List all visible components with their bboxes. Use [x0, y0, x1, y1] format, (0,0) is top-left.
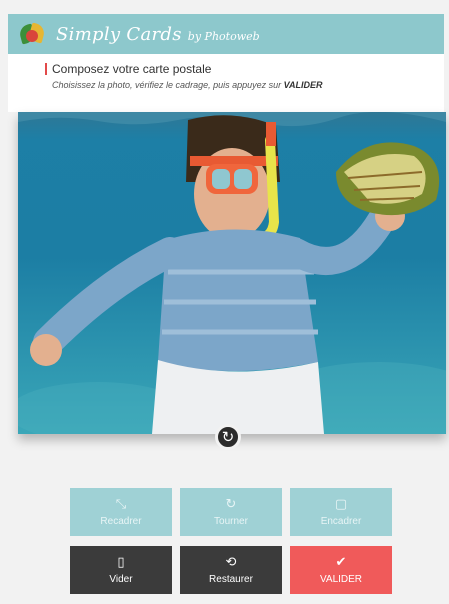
page-title: Composez votre carte postale [45, 62, 444, 76]
action-row-bottom: ▯ Vider ⟲ Restaurer ✔ VALIDER [70, 546, 394, 594]
encadrer-button[interactable]: ▢ Encadrer [290, 488, 392, 536]
recadrer-button[interactable]: ⤡ Recadrer [70, 488, 172, 536]
brand-by: by Photoweb [187, 29, 260, 43]
encadrer-label: Encadrer [320, 515, 362, 527]
instructions-text: Choisissez la photo, vérifiez le cadrage… [52, 80, 282, 90]
rotate-icon: ↻ [225, 496, 237, 512]
vider-label: Vider [109, 573, 133, 585]
intro-panel: Composez votre carte postale Choisissez … [8, 54, 444, 112]
rotate-icon: ↻ [221, 427, 235, 446]
app-header: Simply Cards by Photoweb [8, 14, 444, 54]
frame-icon: ▢ [334, 496, 348, 512]
action-row-top: ⤡ Recadrer ↻ Tourner ▢ Encadrer [70, 488, 394, 536]
crop-icon: ⤡ [115, 496, 127, 512]
restaurer-button[interactable]: ⟲ Restaurer [180, 546, 282, 594]
tourner-button[interactable]: ↻ Tourner [180, 488, 282, 536]
valider-button[interactable]: ✔ VALIDER [290, 546, 392, 594]
instructions: Choisissez la photo, vérifiez le cadrage… [52, 80, 444, 90]
tourner-label: Tourner [214, 515, 248, 527]
brand-name: Simply Cards [56, 23, 182, 45]
vider-button[interactable]: ▯ Vider [70, 546, 172, 594]
action-buttons: ⤡ Recadrer ↻ Tourner ▢ Encadrer ▯ Vider … [70, 488, 394, 604]
restore-icon: ⟲ [225, 554, 237, 570]
logo-icon [17, 22, 48, 46]
postcard-editor: Simply Cards by Photoweb Composez votre … [0, 0, 449, 604]
photo-frame[interactable] [18, 112, 446, 434]
recadrer-label: Recadrer [100, 515, 142, 527]
restaurer-label: Restaurer [209, 573, 253, 585]
rotate-photo-button[interactable]: ↻ [215, 424, 241, 450]
instructions-action: VALIDER [283, 80, 323, 90]
valider-label: VALIDER [319, 573, 363, 585]
checkmark-icon: ✔ [335, 554, 347, 570]
photo-canvas[interactable] [18, 112, 446, 434]
brand: Simply Cards by Photoweb [56, 24, 260, 45]
trash-icon: ▯ [117, 554, 125, 570]
